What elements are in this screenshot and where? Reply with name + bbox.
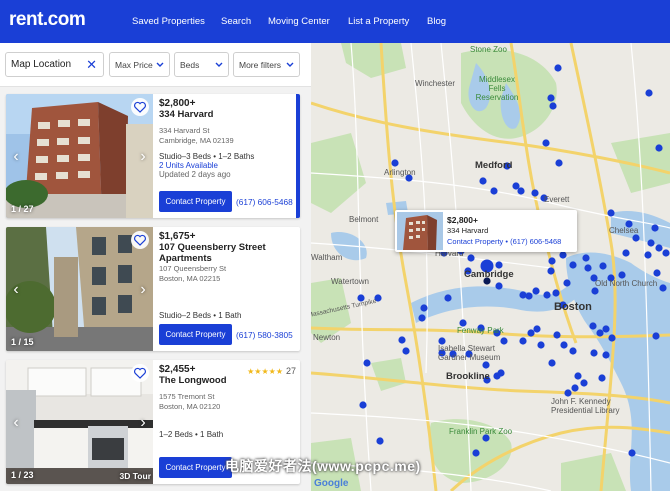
listing-street: 334 Harvard St xyxy=(159,126,210,135)
photo-next-arrow-icon[interactable]: › xyxy=(136,414,150,432)
favorite-heart-icon[interactable] xyxy=(131,364,149,382)
map-label-everett: Everett xyxy=(544,195,570,204)
photo-next-arrow-icon[interactable]: › xyxy=(136,148,150,166)
listing-price: $2,800+ xyxy=(159,98,196,109)
map-label-middlesex-fells: Middlesex Fells Reservation xyxy=(475,75,519,102)
photo-counter: 1 / 27 xyxy=(11,204,34,214)
map-view[interactable]: Stone Zoo Winchester Middlesex Fells Res… xyxy=(311,43,670,491)
popup-price: $2,800+ xyxy=(447,215,478,225)
contact-property-button[interactable]: Contact Property xyxy=(159,191,232,212)
map-label-medford: Medford xyxy=(475,160,513,171)
max-price-dropdown[interactable]: Max Price xyxy=(109,52,170,77)
listing-phone-link[interactable]: (617) 580-3805 xyxy=(236,330,293,340)
listing-city: Boston, MA 02120 xyxy=(159,402,221,411)
map-canvas[interactable] xyxy=(311,43,670,491)
listing-photo[interactable]: ‹ › 1 / 27 xyxy=(6,94,153,218)
map-label-franklin-park-zoo: Franklin Park Zoo xyxy=(449,427,513,436)
photo-prev-arrow-icon[interactable]: ‹ xyxy=(9,414,23,432)
popup-contact-link[interactable]: Contact Property • (617) 606-5468 xyxy=(447,237,561,246)
map-label-boston: Boston xyxy=(554,301,592,313)
map-label-brookline: Brookline xyxy=(446,371,490,382)
nav-saved-properties[interactable]: Saved Properties xyxy=(132,16,205,27)
location-value: Map Location xyxy=(11,59,72,70)
chevron-down-icon xyxy=(286,62,294,67)
listing-city: Boston, MA 02215 xyxy=(159,274,221,283)
map-label-watertown: Watertown xyxy=(331,277,369,286)
location-search-input[interactable]: Map Location ✕ xyxy=(5,52,104,77)
listing-beds-baths: Studio–2 Beds • 1 Bath xyxy=(159,311,242,320)
nav-search[interactable]: Search xyxy=(221,16,251,27)
listing-street: 107 Queensberry St xyxy=(159,264,227,273)
listing-name[interactable]: 334 Harvard xyxy=(159,109,296,120)
listing-photo[interactable]: ‹ › 1 / 23 3D Tour xyxy=(6,360,153,484)
listing-city: Cambridge, MA 02139 xyxy=(159,136,234,145)
listing-card-107-queensberry[interactable]: ‹ › 1 / 15 $1,675+ 107 Queensberry Stree… xyxy=(6,227,300,351)
nav-blog[interactable]: Blog xyxy=(427,16,446,27)
listing-street: 1575 Tremont St xyxy=(159,392,215,401)
listing-price: $1,675+ xyxy=(159,231,196,242)
chevron-down-icon xyxy=(215,62,223,67)
3d-tour-badge[interactable]: 3D Tour xyxy=(120,471,151,481)
photo-next-arrow-icon[interactable]: › xyxy=(136,281,150,299)
rent-com-logo[interactable]: rent.com xyxy=(9,9,86,31)
beds-label: Beds xyxy=(180,60,200,70)
map-label-winchester: Winchester xyxy=(415,79,456,88)
map-label-arlington: Arlington xyxy=(384,168,416,177)
popup-photo xyxy=(397,212,443,250)
listing-beds-baths: Studio–3 Beds • 1–2 Baths xyxy=(159,152,255,161)
nav-list-a-property[interactable]: List a Property xyxy=(348,16,409,27)
listing-info: $2,800+ 334 Harvard 334 Harvard St Cambr… xyxy=(159,98,296,179)
map-label-cambridge: Cambridge xyxy=(464,269,514,280)
listing-phone-link[interactable]: (617) 606-5468 xyxy=(236,197,293,207)
listing-photo[interactable]: ‹ › 1 / 15 xyxy=(6,227,153,351)
listing-beds-baths: 1–2 Beds • 1 Bath xyxy=(159,430,224,439)
popup-name[interactable]: 334 Harvard xyxy=(447,226,488,235)
listing-updated: Updated 2 days ago xyxy=(159,170,231,179)
max-price-label: Max Price xyxy=(115,60,153,70)
map-label-chelsea: Chelsea xyxy=(609,226,639,235)
google-logo: Google xyxy=(314,478,348,489)
photo-prev-arrow-icon[interactable]: ‹ xyxy=(9,281,23,299)
clear-icon[interactable]: ✕ xyxy=(86,57,97,73)
map-label-fenway-park: Fenway Park xyxy=(457,326,504,335)
map-label-stone-zoo: Stone Zoo xyxy=(470,45,507,54)
listing-card-334-harvard[interactable]: ‹ › 1 / 27 $2,800+ 334 Harvard 334 Harva… xyxy=(6,94,300,218)
beds-dropdown[interactable]: Beds xyxy=(174,52,229,77)
more-filters-dropdown[interactable]: More filters xyxy=(233,52,300,77)
favorite-heart-icon[interactable] xyxy=(131,98,149,116)
listing-name[interactable]: 107 Queensberry Street Apartments xyxy=(159,242,297,264)
filter-bar: Map Location ✕ Max Price Beds More filte… xyxy=(0,43,311,87)
photo-counter: 1 / 23 xyxy=(11,470,34,480)
photo-prev-arrow-icon[interactable]: ‹ xyxy=(9,148,23,166)
listing-name[interactable]: The Longwood xyxy=(159,375,297,386)
nav-moving-center[interactable]: Moving Center xyxy=(268,16,330,27)
watermark-text: 电脑爱好者法(www.pcpc.me) xyxy=(225,458,421,474)
map-label-newton: Newton xyxy=(313,333,341,342)
map-listing-popup[interactable]: $2,800+ 334 Harvard Contact Property • (… xyxy=(395,210,577,252)
chevron-down-icon xyxy=(156,62,164,67)
listing-units-available[interactable]: 2 Units Available xyxy=(159,161,296,170)
star-icons: ★★★★★ xyxy=(247,367,283,376)
map-label-waltham: Waltham xyxy=(311,253,343,262)
popup-thumbnail xyxy=(397,212,443,250)
map-label-old-north-church: Old North Church xyxy=(595,279,658,288)
google-text: Google xyxy=(314,478,349,489)
contact-property-button[interactable]: Contact Property xyxy=(159,457,232,478)
rating-stars: ★★★★★ 27 xyxy=(247,366,296,376)
favorite-heart-icon[interactable] xyxy=(131,231,149,249)
listing-results-panel[interactable]: ‹ › 1 / 27 $2,800+ 334 Harvard 334 Harva… xyxy=(0,87,311,491)
review-count[interactable]: 27 xyxy=(286,366,296,376)
top-nav-bar: rent.com Saved Properties Search Moving … xyxy=(0,0,670,43)
listing-info: $1,675+ 107 Queensberry Street Apartment… xyxy=(159,231,297,320)
more-filters-label: More filters xyxy=(239,60,282,70)
map-label-jfk-library: John F. Kennedy Presidential Library xyxy=(551,397,620,415)
map-label-isabella: Isabella Stewart Gardner Museum xyxy=(438,344,501,362)
map-label-belmont: Belmont xyxy=(349,215,379,224)
photo-counter: 1 / 15 xyxy=(11,337,34,347)
contact-property-button[interactable]: Contact Property xyxy=(159,324,232,345)
